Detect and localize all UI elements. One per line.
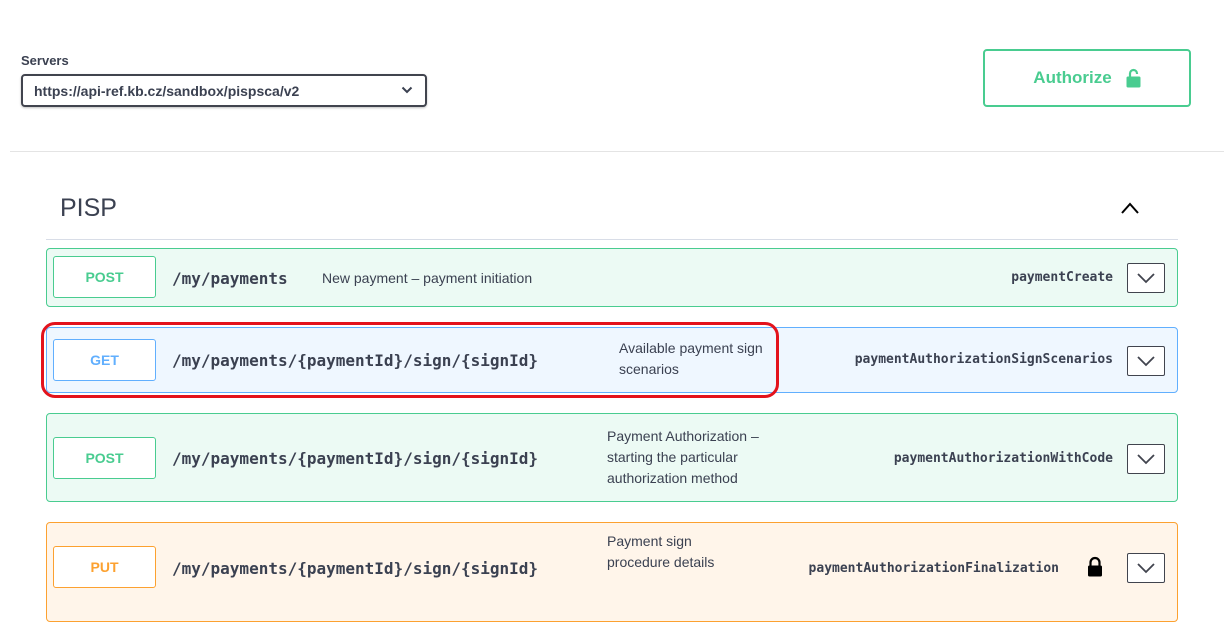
chevron-down-icon <box>401 86 413 94</box>
expand-button[interactable] <box>1127 263 1165 293</box>
chevron-down-icon <box>1137 563 1155 574</box>
operation-path: /my/payments/{paymentId}/sign/{signId} <box>172 559 539 578</box>
authorize-button[interactable]: Authorize <box>983 49 1191 107</box>
unlock-icon <box>1126 68 1141 88</box>
operation-summary: Payment sign procedure details <box>607 533 715 570</box>
operation-post-sign[interactable]: POST /my/payments/{paymentId}/sign/{sign… <box>46 413 1178 502</box>
operation-id: paymentAuthorizationSignScenarios <box>854 352 1113 367</box>
chevron-up-icon[interactable] <box>1120 201 1140 215</box>
server-select[interactable]: https://api-ref.kb.cz/sandbox/pispsca/v2 <box>21 74 427 107</box>
method-badge: POST <box>53 256 156 298</box>
operation-put-sign[interactable]: PUT /my/payments/{paymentId}/sign/{signI… <box>46 522 1178 622</box>
expand-button[interactable] <box>1127 553 1165 583</box>
highlight-annotation <box>41 322 779 398</box>
operation-summary: Payment Authorization – starting the par… <box>607 428 759 486</box>
expand-button[interactable] <box>1127 346 1165 376</box>
operation-path: /my/payments <box>172 269 288 288</box>
servers-label: Servers <box>21 53 69 68</box>
chevron-down-icon <box>1137 356 1155 367</box>
header-divider <box>10 151 1224 152</box>
method-badge: PUT <box>53 546 156 588</box>
server-select-value: https://api-ref.kb.cz/sandbox/pispsca/v2 <box>34 82 300 99</box>
lock-icon[interactable] <box>1087 556 1103 578</box>
operation-id: paymentCreate <box>1011 270 1113 285</box>
operation-post-payments[interactable]: POST /my/payments New payment – payment … <box>46 248 1178 307</box>
tag-divider <box>46 239 1178 240</box>
method-badge: POST <box>53 437 156 479</box>
operation-path: /my/payments/{paymentId}/sign/{signId} <box>172 449 539 468</box>
expand-button[interactable] <box>1127 444 1165 474</box>
authorize-label: Authorize <box>1033 68 1112 87</box>
operation-id: paymentAuthorizationWithCode <box>893 451 1113 466</box>
operation-id: paymentAuthorizationFinalization <box>808 561 1059 576</box>
chevron-down-icon <box>1137 454 1155 465</box>
chevron-down-icon <box>1137 273 1155 284</box>
tag-title[interactable]: PISP <box>60 194 117 223</box>
operation-summary: New payment – payment initiation <box>322 270 533 286</box>
